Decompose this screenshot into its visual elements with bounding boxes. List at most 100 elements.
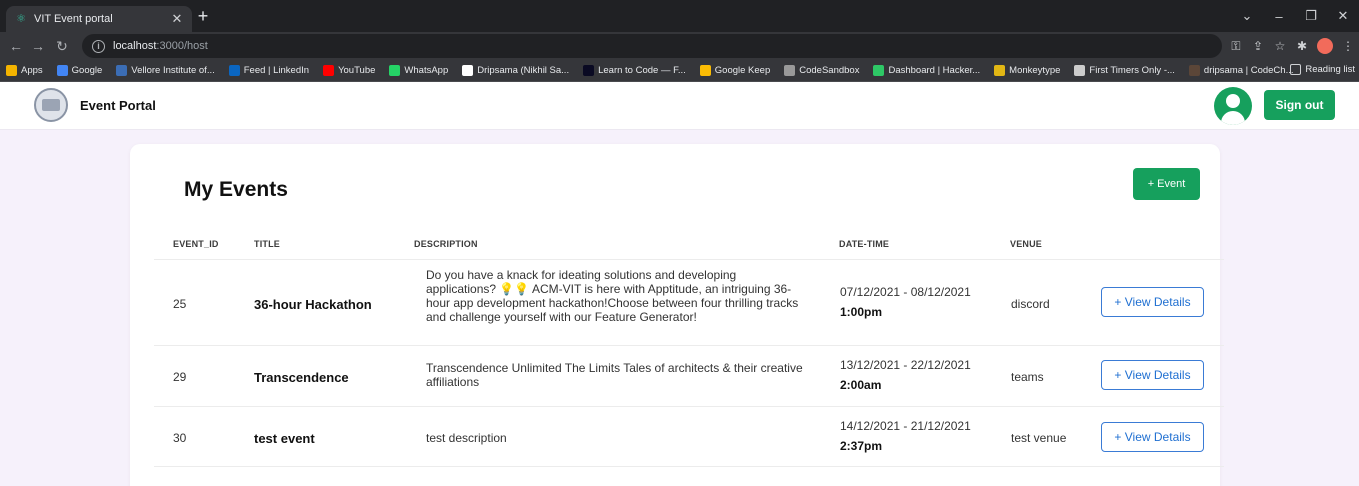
forward-icon[interactable]: → <box>28 36 48 56</box>
events-card: My Events + Event EVENT_ID TITLE DESCRIP… <box>130 144 1224 486</box>
restore-icon[interactable]: ❐ <box>1295 8 1327 24</box>
url-text: localhost:3000/host <box>113 40 208 52</box>
bookmark-label: YouTube <box>338 65 376 76</box>
freecodecamp-icon <box>583 65 595 76</box>
bookmark-item[interactable]: YouTube <box>323 65 375 76</box>
vit-logo <box>34 88 68 122</box>
hackerrank-icon <box>873 65 885 76</box>
event-venue-cell: discord <box>1011 297 1050 311</box>
back-icon[interactable]: ← <box>6 36 26 56</box>
browser-toolbar: ← → ↻ i localhost:3000/host ⚿ ⇪ ☆ ✱ ⋮ <box>0 32 1359 60</box>
menu-icon[interactable]: ⋮ <box>1337 39 1359 53</box>
google-icon <box>56 65 68 76</box>
site-info-icon[interactable]: i <box>92 39 105 53</box>
bookmark-label: Feed | LinkedIn <box>243 65 310 76</box>
address-bar[interactable]: i localhost:3000/host <box>82 34 1222 58</box>
column-header-venue: VENUE <box>1010 239 1043 249</box>
view-details-button[interactable]: + View Details <box>1101 287 1204 317</box>
star-icon[interactable]: ☆ <box>1269 39 1291 53</box>
view-details-button[interactable]: + View Details <box>1101 360 1204 390</box>
reading-list-button[interactable]: Reading list <box>1290 64 1355 75</box>
table-row: 25 36-hour Hackathon Do you have a knack… <box>154 259 1224 345</box>
event-description-cell: test description <box>426 431 507 445</box>
monkeytype-icon <box>994 65 1006 76</box>
bookmark-label: First Timers Only -... <box>1089 65 1175 76</box>
table-row: 29 Transcendence Transcendence Unlimited… <box>154 345 1224 406</box>
apps-grid-icon <box>6 65 17 76</box>
browser-tab[interactable]: ⚛ VIT Event portal ✕ <box>6 6 192 32</box>
app-header: Event Portal Sign out <box>0 82 1359 130</box>
bookmark-item[interactable]: Google Keep <box>699 65 771 76</box>
bookmark-item[interactable]: CodeSandbox <box>784 65 859 76</box>
codesandbox-icon <box>784 65 796 76</box>
bookmark-item[interactable]: First Timers Only -... <box>1074 65 1175 76</box>
sign-out-button[interactable]: Sign out <box>1264 90 1335 120</box>
bookmark-label: CodeSandbox <box>799 65 860 76</box>
bookmark-item[interactable]: Vellore Institute of... <box>116 65 215 76</box>
tab-search-icon[interactable]: ⌄ <box>1231 8 1263 24</box>
close-tab-icon[interactable]: ✕ <box>170 11 184 27</box>
bookmark-label: Monkeytype <box>1009 65 1061 76</box>
bookmark-label: Dripsama (Nikhil Sa... <box>477 65 570 76</box>
view-details-button[interactable]: + View Details <box>1101 422 1204 452</box>
bookmark-item[interactable]: Dashboard | Hacker... <box>873 65 980 76</box>
bookmark-item[interactable]: Google <box>56 65 103 76</box>
bookmark-item[interactable]: Learn to Code — F... <box>583 65 686 76</box>
window-controls: ⌄ – ❐ ✕ <box>1231 0 1359 32</box>
key-icon[interactable]: ⚿ <box>1225 39 1247 54</box>
column-header-date-time: DATE-TIME <box>839 239 890 249</box>
whatsapp-icon <box>389 65 401 76</box>
bookmark-label: Dashboard | Hacker... <box>888 65 981 76</box>
google-keep-icon <box>699 65 711 76</box>
bookmark-item[interactable]: Dripsama (Nikhil Sa... <box>462 65 569 76</box>
page-title: My Events <box>184 178 288 201</box>
linkedin-icon <box>228 65 240 76</box>
event-datetime-cell: 07/12/2021 - 08/12/2021 1:00pm <box>840 285 971 319</box>
bookmark-label: Vellore Institute of... <box>131 65 215 76</box>
event-title-cell: Transcendence <box>254 370 349 385</box>
bookmark-label: Google Keep <box>714 65 771 76</box>
event-id-cell: 25 <box>173 297 187 311</box>
bookmark-label: Google <box>71 65 103 76</box>
firsttimers-icon <box>1074 65 1086 76</box>
bookmark-label: WhatsApp <box>404 65 449 76</box>
column-header-event-id: EVENT_ID <box>173 239 219 249</box>
event-title-cell: test event <box>254 431 315 446</box>
reading-list-icon <box>1290 64 1302 75</box>
toolbar-icons: ⚿ ⇪ ☆ ✱ ⋮ <box>1225 36 1359 56</box>
minimize-icon[interactable]: – <box>1263 9 1295 24</box>
bookmarks-bar: Apps Google Vellore Institute of... Feed | … <box>0 60 1359 82</box>
profile-avatar[interactable] <box>1317 38 1333 54</box>
new-tab-icon[interactable]: + <box>193 6 213 26</box>
bookmark-item[interactable]: Feed | LinkedIn <box>228 65 310 76</box>
github-icon <box>462 65 474 76</box>
event-venue-cell: test venue <box>1011 431 1067 445</box>
bookmark-item[interactable]: WhatsApp <box>389 65 448 76</box>
extensions-icon[interactable]: ✱ <box>1291 39 1313 53</box>
share-icon[interactable]: ⇪ <box>1247 39 1269 53</box>
bookmark-item[interactable]: dripsama | CodeCh... <box>1188 65 1294 76</box>
event-description-cell: Transcendence Unlimited The Limits Tales… <box>426 361 803 389</box>
event-datetime-cell: 14/12/2021 - 21/12/2021 2:37pm <box>840 419 971 453</box>
bookmark-label: Apps <box>21 65 43 76</box>
youtube-icon <box>323 65 335 76</box>
react-favicon-icon: ⚛ <box>16 13 26 25</box>
close-window-icon[interactable]: ✕ <box>1327 8 1359 24</box>
codechef-icon <box>1188 65 1200 76</box>
user-avatar-icon[interactable] <box>1214 87 1252 125</box>
vit-icon <box>116 65 128 76</box>
bookmark-item[interactable]: Monkeytype <box>994 65 1060 76</box>
app-title: Event Portal <box>80 98 156 113</box>
event-venue-cell: teams <box>1011 370 1044 384</box>
add-event-button[interactable]: + Event <box>1133 168 1200 200</box>
bookmark-label: dripsama | CodeCh... <box>1203 65 1294 76</box>
tab-title: VIT Event portal <box>34 13 113 25</box>
column-header-title: TITLE <box>254 239 280 249</box>
event-id-cell: 30 <box>173 431 187 445</box>
reload-icon[interactable]: ↻ <box>52 36 72 56</box>
bookmark-label: Learn to Code — F... <box>598 65 686 76</box>
event-title-cell: 36-hour Hackathon <box>254 297 372 312</box>
bookmark-item[interactable]: Apps <box>6 65 43 76</box>
table-row: 30 test event test description 14/12/202… <box>154 406 1224 467</box>
event-datetime-cell: 13/12/2021 - 22/12/2021 2:00am <box>840 358 971 392</box>
